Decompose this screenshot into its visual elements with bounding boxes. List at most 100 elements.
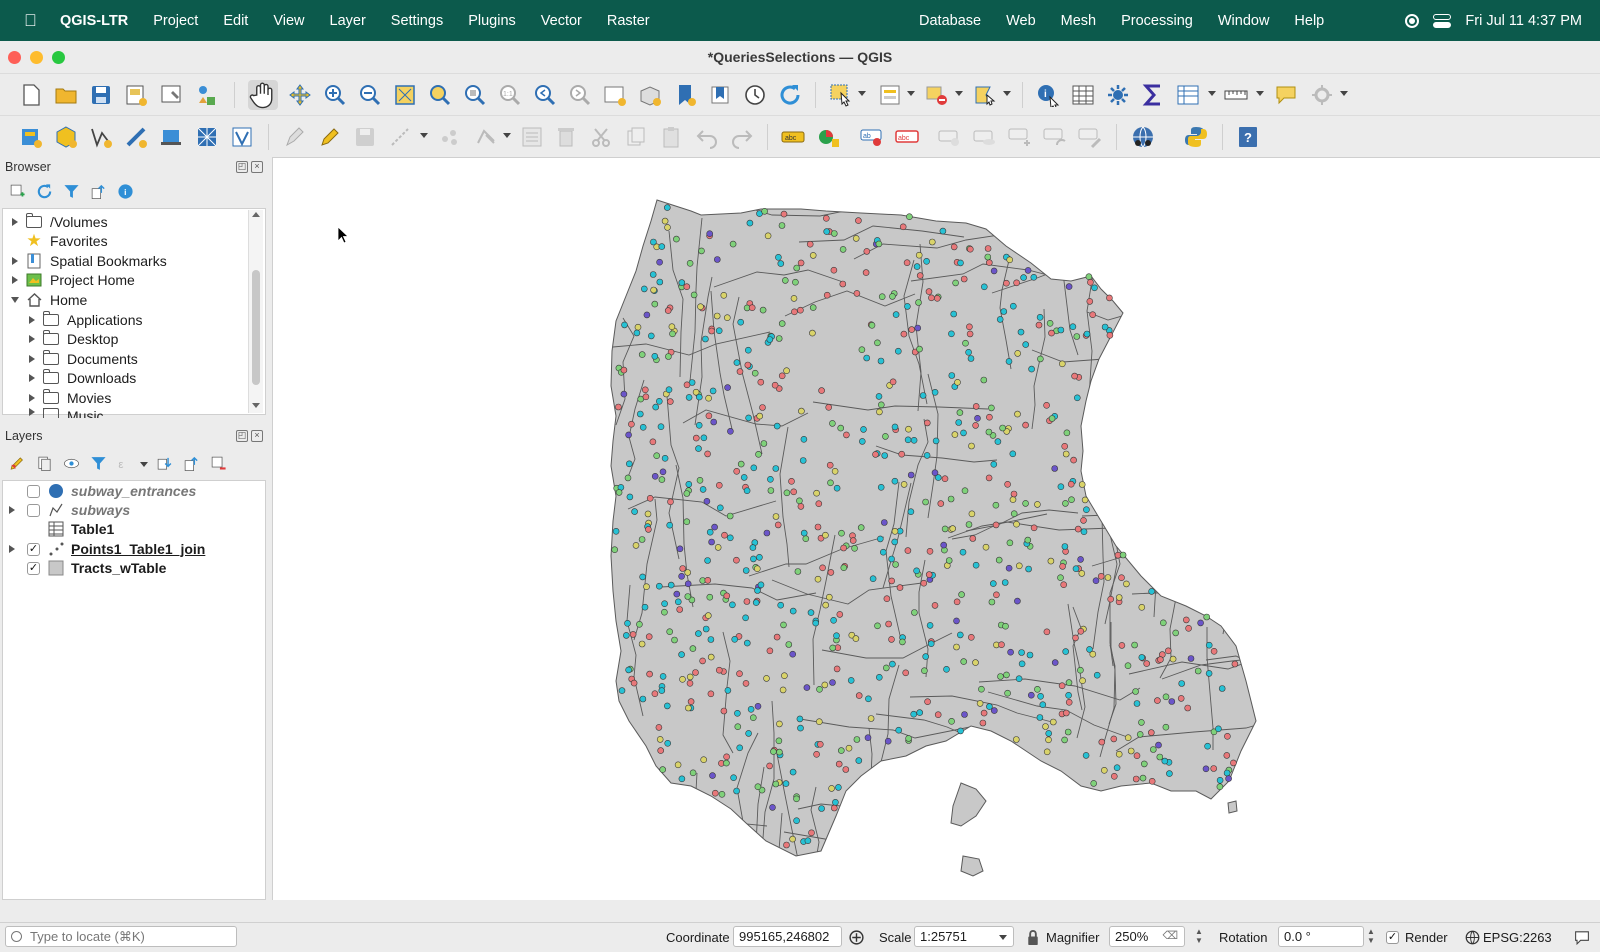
expand-arrow-icon[interactable]	[29, 374, 35, 383]
zoom-to-selection-icon[interactable]	[428, 83, 452, 107]
menu-window[interactable]: Window	[1218, 13, 1270, 29]
properties-info-icon[interactable]: i	[117, 183, 134, 200]
collapse-arrow-icon[interactable]	[11, 296, 19, 303]
move-label-icon[interactable]	[1008, 125, 1032, 149]
browser-item[interactable]: Project Home	[7, 271, 135, 290]
zoom-last-icon[interactable]	[533, 83, 557, 107]
save-project-icon[interactable]	[89, 83, 113, 107]
panel-float-icon[interactable]: ◰	[236, 161, 248, 173]
pin-labels-icon[interactable]	[938, 125, 962, 149]
filter-browser-icon[interactable]	[63, 183, 80, 200]
render-checkbox[interactable]: ✓	[1386, 931, 1399, 944]
new-virtual-layer-icon[interactable]	[230, 125, 254, 149]
highlight-pinned-labels-icon[interactable]: ab	[860, 125, 884, 149]
crs-button[interactable]: EPSG:2263	[1483, 930, 1552, 945]
map-render[interactable]	[273, 158, 1600, 900]
show-hide-labels-icon[interactable]	[973, 125, 997, 149]
messages-icon[interactable]	[1573, 929, 1591, 946]
paste-features-icon[interactable]	[659, 125, 683, 149]
layer-row[interactable]: Table1	[0, 520, 262, 539]
expand-all-icon[interactable]	[156, 455, 173, 472]
layer-labeling-options-icon[interactable]: abc	[781, 125, 805, 149]
browser-item[interactable]: ★ Favorites	[7, 231, 107, 251]
expand-arrow-icon[interactable]	[29, 408, 35, 416]
browser-item[interactable]: Movies	[24, 388, 111, 407]
zoom-out-icon[interactable]	[358, 83, 382, 107]
menubar-clock[interactable]: Fri Jul 11 4:37 PM	[1465, 13, 1582, 29]
layer-visibility-checkbox[interactable]: ✓	[27, 562, 40, 575]
scroll-thumb[interactable]	[252, 270, 260, 385]
gps-toolbar-icon[interactable]	[1310, 83, 1334, 107]
show-layout-manager-icon[interactable]	[159, 83, 183, 107]
scroll-down-icon[interactable]	[252, 403, 260, 408]
menu-help[interactable]: Help	[1294, 13, 1324, 29]
current-edits-icon[interactable]	[283, 125, 307, 149]
layer-visibility-checkbox[interactable]	[27, 504, 40, 517]
scale-dropdown-icon[interactable]	[999, 935, 1007, 940]
expand-arrow-icon[interactable]	[29, 354, 35, 363]
apple-menu-icon[interactable]: 	[24, 11, 42, 31]
new-temporary-layer-icon[interactable]	[159, 125, 183, 149]
map-tips-icon[interactable]	[1274, 83, 1298, 107]
expand-arrow-icon[interactable]	[12, 256, 18, 265]
refresh-icon[interactable]	[778, 83, 802, 107]
zoom-in-icon[interactable]	[323, 83, 347, 107]
select-features-icon[interactable]	[829, 83, 853, 107]
toggle-extents-icon[interactable]	[848, 929, 865, 946]
statistical-summary-icon[interactable]	[1141, 83, 1165, 107]
menu-mesh[interactable]: Mesh	[1061, 13, 1096, 29]
locator-search-input[interactable]: Type to locate (⌘K)	[5, 926, 237, 947]
browser-item[interactable]: Music	[24, 408, 104, 418]
browser-item[interactable]: /Volumes	[7, 212, 108, 231]
browser-item[interactable]: Desktop	[24, 330, 118, 349]
clear-magnifier-icon[interactable]: ⌫	[1162, 929, 1178, 942]
toggle-editing-icon[interactable]	[318, 125, 342, 149]
crs-globe-icon[interactable]	[1465, 930, 1480, 945]
collapse-all-layers-icon[interactable]	[183, 455, 200, 472]
zoom-full-icon[interactable]	[393, 83, 417, 107]
menu-plugins[interactable]: Plugins	[468, 13, 516, 29]
expand-arrow-icon[interactable]	[29, 335, 35, 344]
open-field-calculator-icon[interactable]	[1176, 83, 1200, 107]
processing-toolbox-icon[interactable]	[1106, 83, 1130, 107]
menu-processing[interactable]: Processing	[1121, 13, 1193, 29]
new-map-view-icon[interactable]	[603, 83, 627, 107]
vertex-tool-icon[interactable]	[474, 125, 498, 149]
scroll-up-icon[interactable]	[252, 212, 260, 217]
scale-combobox[interactable]: 1:25751	[914, 926, 1014, 947]
add-selected-layers-icon[interactable]	[9, 183, 26, 200]
python-console-icon[interactable]	[1184, 125, 1208, 149]
style-manager-icon[interactable]	[195, 83, 219, 107]
expand-arrow-icon[interactable]	[29, 315, 35, 324]
menu-vector[interactable]: Vector	[541, 13, 582, 29]
quickmapservices-icon[interactable]	[1131, 125, 1155, 149]
select-by-value-icon[interactable]	[878, 83, 902, 107]
layer-row[interactable]: subways	[0, 501, 262, 520]
deselect-features-icon[interactable]	[925, 83, 949, 107]
map-canvas[interactable]	[272, 157, 1600, 900]
pan-map-icon[interactable]	[248, 80, 278, 110]
menu-view[interactable]: View	[273, 13, 304, 29]
browser-item[interactable]: Documents	[24, 349, 138, 368]
select-by-location-icon[interactable]	[973, 83, 997, 107]
temporal-controller-icon[interactable]	[743, 83, 767, 107]
panel-close-icon[interactable]: ×	[251, 161, 263, 173]
browser-item[interactable]: Spatial Bookmarks	[7, 251, 167, 270]
new-shapefile-layer-icon[interactable]	[89, 125, 113, 149]
layer-row[interactable]: subway_entrances	[0, 482, 262, 501]
measure-line-icon[interactable]	[1224, 83, 1248, 107]
new-print-layout-icon[interactable]	[124, 83, 148, 107]
layers-panel-float-icon[interactable]: ◰	[236, 430, 248, 442]
digitize-with-segment-icon[interactable]	[388, 125, 412, 149]
menu-settings[interactable]: Settings	[391, 13, 443, 29]
show-bookmarks-icon[interactable]	[708, 83, 732, 107]
browser-item[interactable]: Applications	[24, 310, 143, 329]
filter-legend-icon[interactable]	[90, 455, 107, 472]
new-project-icon[interactable]	[19, 83, 43, 107]
menu-database[interactable]: Database	[919, 13, 981, 29]
layer-row[interactable]: ✓ Tracts_wTable	[0, 559, 262, 578]
expand-arrow-icon[interactable]	[12, 217, 18, 226]
screen-recording-icon[interactable]	[1405, 13, 1420, 28]
manage-map-themes-icon[interactable]	[63, 455, 80, 472]
new-geopackage-layer-icon[interactable]	[54, 125, 78, 149]
